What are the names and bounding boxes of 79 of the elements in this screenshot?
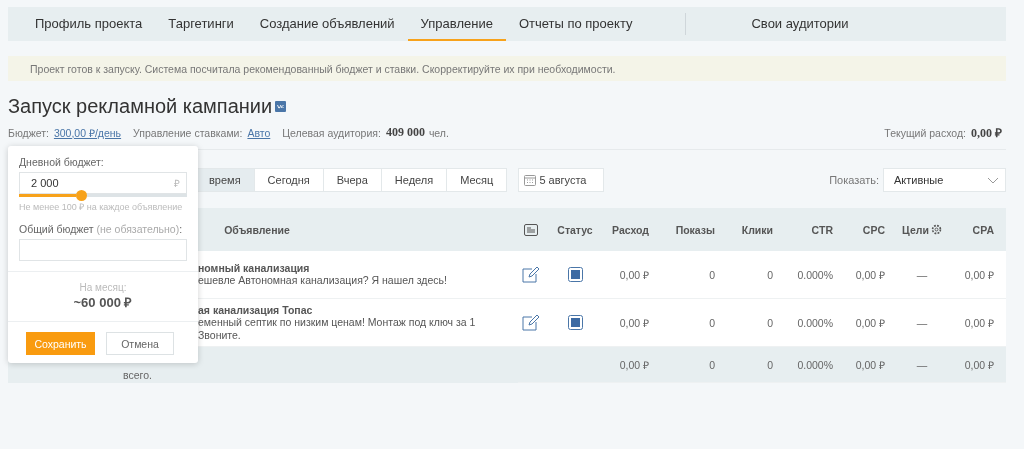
month-value: ~60 000 ₽ bbox=[72, 294, 134, 311]
table-cell: 0 bbox=[661, 347, 727, 383]
month-label: На месяц: bbox=[78, 282, 128, 293]
column-label: Статус bbox=[557, 223, 593, 236]
status-toggle[interactable] bbox=[567, 315, 583, 330]
column-label: Клики bbox=[741, 223, 773, 236]
column-label: Объявление bbox=[224, 223, 290, 236]
period-tab[interactable]: время bbox=[195, 168, 255, 192]
show-label: Показать: bbox=[829, 174, 879, 186]
table-cell: 0 bbox=[661, 251, 727, 299]
table-cell: 0,00 ₽ bbox=[959, 347, 1006, 383]
table-cell: 0 bbox=[727, 251, 785, 299]
chevron-down-icon bbox=[987, 176, 999, 184]
period-tab[interactable]: Вчера bbox=[322, 168, 382, 192]
column-label: CTR bbox=[811, 223, 833, 236]
nav-tab[interactable]: Свои аудитории bbox=[738, 7, 862, 41]
table-cell: 0,00 ₽ bbox=[845, 347, 897, 383]
ad-card-icon bbox=[524, 223, 538, 236]
settings-icon[interactable] bbox=[930, 224, 942, 235]
nav-tab[interactable]: Управление bbox=[407, 7, 506, 41]
budget-label: Бюджет: bbox=[8, 126, 49, 139]
table-cell: 0,00 ₽ bbox=[606, 299, 661, 347]
slider-thumb[interactable] bbox=[76, 190, 88, 201]
column-label: CPA bbox=[972, 223, 994, 236]
table-cell: 0 bbox=[727, 347, 785, 383]
table-cell: — bbox=[897, 347, 959, 383]
spend-value: 0,00 ₽ bbox=[971, 125, 1002, 141]
table-cell: 0.000% bbox=[785, 251, 845, 299]
nav-tab[interactable]: Профиль проекта bbox=[22, 7, 156, 41]
table-cell: 0,00 ₽ bbox=[959, 299, 1006, 347]
table-cell: 0,00 ₽ bbox=[606, 347, 661, 383]
budget-hint: Не менее 100 ₽ на каждое объявление bbox=[19, 201, 184, 213]
table-cell: 0,00 ₽ bbox=[845, 299, 897, 347]
budget-link[interactable]: 300,00 ₽/день bbox=[53, 125, 122, 140]
spend-label: Текущий расход: bbox=[884, 126, 966, 139]
period-tab[interactable]: Сегодня bbox=[253, 168, 324, 192]
table-cell: 0.000% bbox=[785, 347, 845, 383]
bids-link[interactable]: Авто bbox=[247, 126, 271, 139]
column-label: Показы bbox=[675, 223, 715, 236]
table-cell: 0,00 ₽ bbox=[606, 251, 661, 299]
ad-title: ая канализация Топас bbox=[198, 303, 314, 316]
table-cell: 0 bbox=[727, 299, 785, 347]
column-label: Расход bbox=[612, 223, 649, 236]
audience-value: 409 000 bbox=[385, 125, 425, 140]
show-select[interactable]: Активные bbox=[883, 168, 1006, 192]
edit-icon[interactable] bbox=[521, 266, 541, 283]
column-label: CPC bbox=[862, 223, 885, 236]
status-toggle[interactable] bbox=[567, 267, 583, 282]
table-cell: — bbox=[897, 299, 959, 347]
daily-budget-label: Дневной бюджет: bbox=[19, 156, 105, 168]
table-cell: 0,00 ₽ bbox=[845, 251, 897, 299]
audience-label: Целевая аудитория: bbox=[282, 126, 381, 139]
audience-unit: чел. bbox=[428, 126, 449, 139]
table-cell: 0 bbox=[661, 299, 727, 347]
date-picker[interactable]: 5 августа bbox=[518, 168, 605, 192]
ad-description: ешевле Автономная канализация? Я нашел здесь! bbox=[198, 274, 448, 287]
table-cell: 0,00 ₽ bbox=[959, 251, 1006, 299]
table-cell: — bbox=[897, 251, 959, 299]
currency-label: ₽ bbox=[174, 177, 180, 190]
bids-label: Управление ставками: bbox=[133, 126, 243, 139]
ad-description: Звоните. bbox=[198, 328, 242, 342]
cancel-button[interactable]: Отмена bbox=[106, 332, 174, 355]
nav-tab[interactable]: Создание объявлений bbox=[246, 7, 408, 41]
nav-tab[interactable]: Отчеты по проекту bbox=[505, 7, 646, 41]
total-budget-label: Общий бюджет (не обязательно): bbox=[19, 223, 184, 235]
ad-description: еменный септик по низким ценам! Монтаж под ключ за 1 bbox=[198, 315, 477, 329]
edit-icon[interactable] bbox=[521, 314, 541, 331]
total-budget-field[interactable] bbox=[19, 239, 187, 261]
vk-icon bbox=[275, 101, 287, 112]
page-title: Запуск рекламной кампании bbox=[8, 95, 273, 118]
notice-banner: Проект готов к запуску. Система посчитала рекомендованный бюджет и ставки. Скорректируйте их при необходимости. bbox=[8, 56, 1006, 81]
ad-title: номный канализация bbox=[198, 262, 311, 274]
column-label: Цели bbox=[902, 223, 929, 236]
calendar-icon bbox=[524, 174, 537, 186]
period-tab[interactable]: Месяц bbox=[446, 168, 508, 192]
period-tab[interactable]: Неделя bbox=[380, 168, 448, 192]
table-cell: 0.000% bbox=[785, 299, 845, 347]
daily-budget-field[interactable]: 2 000 ₽ bbox=[19, 172, 187, 194]
nav-tab[interactable]: Таргетинги bbox=[155, 7, 247, 41]
